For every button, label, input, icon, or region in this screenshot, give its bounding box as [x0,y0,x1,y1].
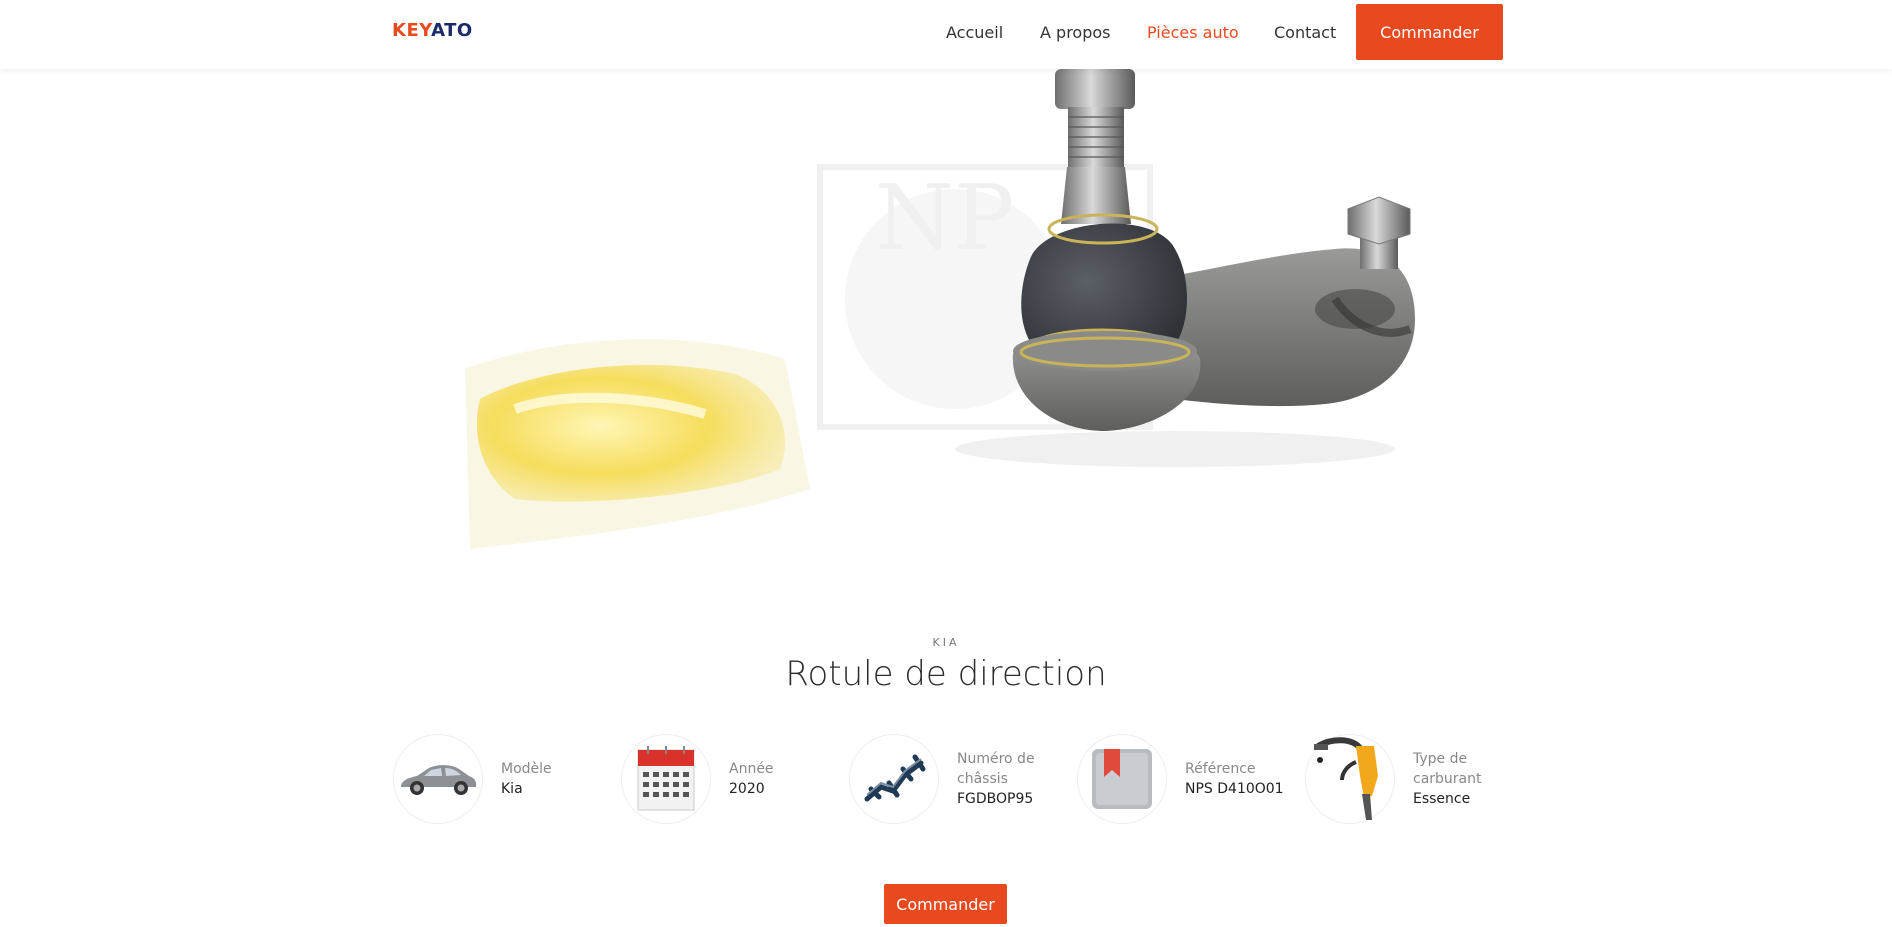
product-photo-illustration: NP [455,69,1503,589]
nav-item-pieces-auto[interactable]: Pièces auto [1147,23,1239,42]
nav-item-a-propos[interactable]: A propos [1040,23,1110,42]
spec-value: Essence [1413,791,1471,807]
car-icon [393,734,483,824]
spec-value: 2020 [729,781,765,797]
spec-value: FGDBOP95 [957,791,1034,807]
calendar-icon [621,734,711,824]
nav-item-accueil[interactable]: Accueil [946,23,1003,42]
spec-annee: Année 2020 [621,733,774,825]
watermark-text: NP [875,166,1014,271]
spec-value: Kia [501,781,523,797]
spec-label: Année [729,761,774,777]
logo-part-1: KEY [392,20,432,41]
spec-label: Type de carburant [1413,751,1482,787]
spec-label: Référence [1185,761,1256,777]
product-image: NP [455,69,1503,589]
spec-label: Modèle [501,761,552,777]
spec-value: NPS D410O01 [1185,781,1284,797]
chassis-icon [849,734,939,824]
site-header: KEYATO Accueil A propos Pièces auto Cont… [0,0,1892,69]
product-title: Rotule de direction [785,654,1107,694]
logo-part-2: ATO [431,20,473,41]
header-order-button[interactable]: Commander [1356,4,1503,60]
fuel-pump-icon [1305,734,1395,824]
spec-modele: Modèle Kia [393,733,552,825]
spec-reference: Référence NPS D410O01 [1077,733,1284,825]
spec-numero-chassis: Numéro de châssis FGDBOP95 [849,733,1047,825]
bookmark-icon [1077,734,1167,824]
spec-label: Numéro de châssis [957,751,1035,787]
product-brand: KIA [932,636,960,649]
site-logo[interactable]: KEYATO [392,20,473,41]
nav-item-contact[interactable]: Contact [1274,23,1336,42]
order-button[interactable]: Commander [884,884,1007,924]
spec-type-carburant: Type de carburant Essence [1305,733,1493,825]
